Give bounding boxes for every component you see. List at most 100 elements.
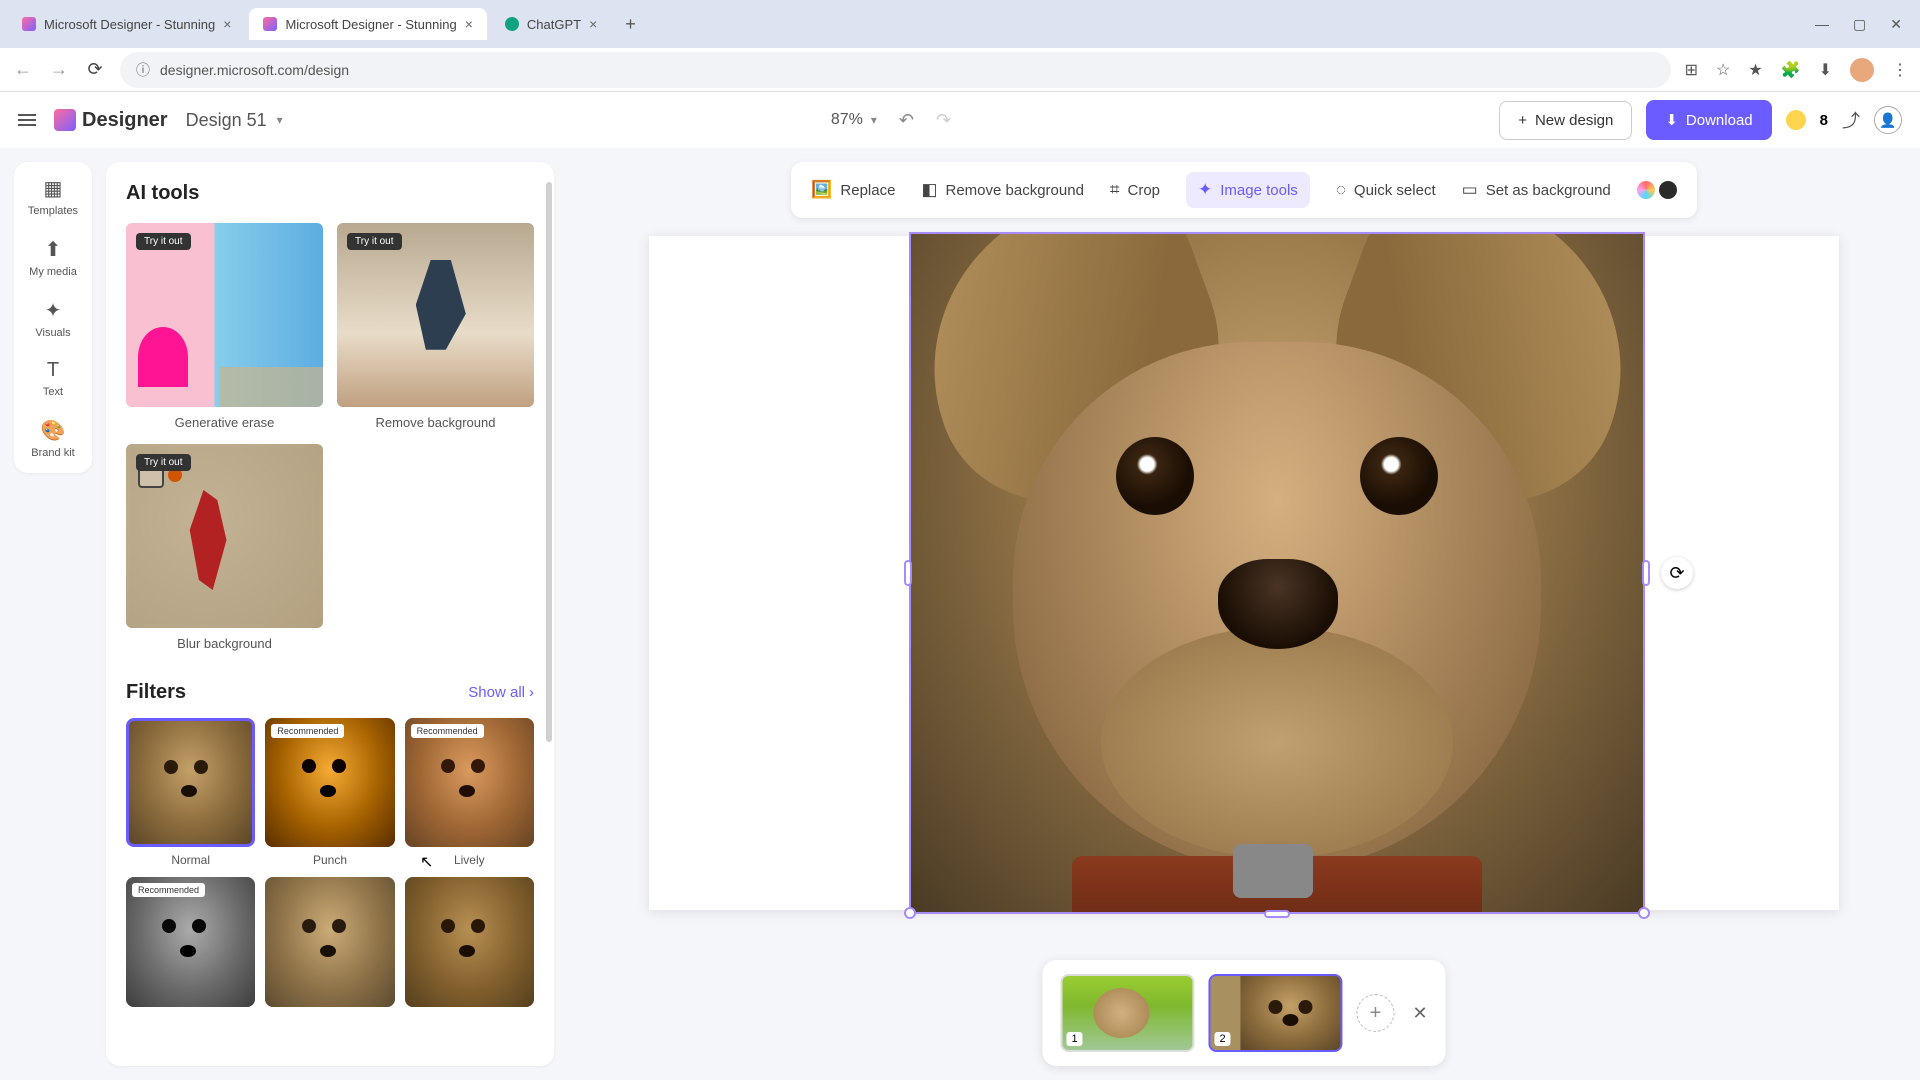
minimize-icon[interactable]: — bbox=[1815, 16, 1829, 33]
ctx-quick-select[interactable]: ◌ Quick select bbox=[1336, 180, 1436, 200]
add-page-button[interactable]: + bbox=[1356, 994, 1394, 1032]
tool-label: Remove background bbox=[337, 415, 534, 430]
download-button[interactable]: ⬇ Download bbox=[1646, 100, 1771, 140]
zoom-control[interactable]: 87% ▾ bbox=[831, 111, 877, 129]
recommended-badge: Recommended bbox=[411, 724, 484, 738]
reload-icon[interactable]: ⟳ bbox=[84, 59, 106, 80]
background-icon: ▭ bbox=[1462, 180, 1478, 200]
resize-handle-br[interactable] bbox=[1638, 907, 1650, 919]
url-text: designer.microsoft.com/design bbox=[160, 62, 349, 78]
rail-label: My media bbox=[29, 266, 77, 278]
rail-templates[interactable]: ▦ Templates bbox=[20, 176, 86, 217]
browser-tab-strip: Microsoft Designer - Stunning × Microsof… bbox=[0, 0, 1920, 48]
ctx-label: Image tools bbox=[1220, 182, 1298, 199]
filter-item[interactable]: Recommended bbox=[126, 877, 255, 1006]
address-bar: ← → ⟳ ⓘ designer.microsoft.com/design ⊞ … bbox=[0, 48, 1920, 92]
design-canvas[interactable]: ⟳ bbox=[649, 236, 1839, 910]
tab-title: ChatGPT bbox=[527, 17, 581, 32]
color-picker[interactable] bbox=[1637, 181, 1677, 199]
ctx-image-tools[interactable]: ✦ Image tools bbox=[1186, 172, 1310, 208]
resize-handle-left[interactable] bbox=[904, 560, 912, 586]
close-icon[interactable]: ✕ bbox=[1412, 1003, 1427, 1024]
rotate-handle[interactable]: ⟳ bbox=[1661, 557, 1693, 589]
resize-handle-right[interactable] bbox=[1642, 560, 1650, 586]
filter-normal[interactable]: Normal bbox=[126, 718, 255, 867]
menu-icon[interactable]: ⋮ bbox=[1892, 60, 1908, 80]
show-all-label: Show all bbox=[468, 684, 525, 701]
browser-tab[interactable]: ChatGPT × bbox=[491, 8, 611, 40]
canvas-area: 🖼️ Replace ◧ Remove background ⌗ Crop ✦ … bbox=[568, 148, 1920, 1080]
tool-generative-erase[interactable]: Try it out Generative erase bbox=[126, 223, 323, 430]
dark-swatch-icon bbox=[1659, 181, 1677, 199]
tool-remove-background[interactable]: Try it out Remove background bbox=[337, 223, 534, 430]
rail-label: Brand kit bbox=[31, 447, 74, 459]
undo-icon[interactable]: ↶ bbox=[899, 110, 914, 131]
page-thumb-2[interactable]: 2 bbox=[1208, 974, 1342, 1052]
recommended-badge: Recommended bbox=[132, 883, 205, 897]
download-icon: ⬇ bbox=[1665, 111, 1678, 129]
new-design-button[interactable]: + New design bbox=[1499, 101, 1632, 140]
filter-item[interactable] bbox=[405, 877, 534, 1006]
window-controls: — ▢ ✕ bbox=[1815, 16, 1912, 33]
url-field[interactable]: ⓘ designer.microsoft.com/design bbox=[120, 52, 1671, 88]
ctx-remove-bg[interactable]: ◧ Remove background bbox=[921, 180, 1083, 200]
browser-tab[interactable]: Microsoft Designer - Stunning × bbox=[8, 8, 245, 40]
close-icon[interactable]: × bbox=[465, 16, 473, 32]
tool-blur-background[interactable]: Try it out Blur background bbox=[126, 444, 323, 651]
rail-my-media[interactable]: ⬆ My media bbox=[20, 237, 86, 278]
close-icon[interactable]: × bbox=[589, 16, 597, 32]
bookmark-icon[interactable]: ★ bbox=[1748, 60, 1762, 80]
rail-text[interactable]: T Text bbox=[20, 359, 86, 398]
bookmark-outline-icon[interactable]: ☆ bbox=[1716, 60, 1730, 80]
forward-icon[interactable]: → bbox=[48, 59, 70, 80]
templates-icon: ▦ bbox=[44, 176, 63, 201]
install-app-icon[interactable]: ⊞ bbox=[1685, 60, 1698, 80]
tool-label: Blur background bbox=[126, 636, 323, 651]
filter-item[interactable] bbox=[265, 877, 394, 1006]
site-info-icon[interactable]: ⓘ bbox=[136, 60, 150, 80]
filter-punch[interactable]: Recommended Punch bbox=[265, 718, 394, 867]
profile-avatar[interactable] bbox=[1850, 58, 1874, 82]
designer-favicon bbox=[22, 17, 36, 31]
design-name-text: Design 51 bbox=[186, 110, 267, 131]
redo-icon[interactable]: ↷ bbox=[936, 110, 951, 131]
extensions-icon[interactable]: 🧩 bbox=[1781, 60, 1801, 80]
visuals-icon: ✦ bbox=[45, 298, 62, 323]
filter-thumbnail: Recommended bbox=[126, 877, 255, 1006]
workspace: ▦ Templates ⬆ My media ✦ Visuals T Text … bbox=[0, 148, 1920, 1080]
ctx-replace[interactable]: 🖼️ Replace bbox=[811, 180, 895, 200]
context-toolbar: 🖼️ Replace ◧ Remove background ⌗ Crop ✦ … bbox=[791, 162, 1697, 218]
ctx-label: Crop bbox=[1128, 182, 1161, 199]
resize-handle-bottom[interactable] bbox=[1264, 910, 1290, 918]
rail-label: Visuals bbox=[35, 327, 70, 339]
close-icon[interactable]: × bbox=[223, 16, 231, 32]
try-badge: Try it out bbox=[136, 233, 191, 250]
close-window-icon[interactable]: ✕ bbox=[1890, 16, 1902, 33]
new-tab-button[interactable]: + bbox=[615, 14, 646, 35]
filter-lively[interactable]: Recommended Lively bbox=[405, 718, 534, 867]
text-icon: T bbox=[47, 359, 59, 382]
design-name-dropdown[interactable]: Design 51 ▾ bbox=[186, 110, 283, 131]
downloads-icon[interactable]: ⬇ bbox=[1819, 60, 1832, 80]
ctx-crop[interactable]: ⌗ Crop bbox=[1110, 180, 1160, 200]
rail-brand-kit[interactable]: 🎨 Brand kit bbox=[20, 418, 86, 459]
resize-handle-bl[interactable] bbox=[904, 907, 916, 919]
show-all-filters[interactable]: Show all › bbox=[468, 684, 534, 701]
scrollbar[interactable] bbox=[546, 182, 552, 742]
browser-tab-active[interactable]: Microsoft Designer - Stunning × bbox=[249, 8, 486, 40]
page-thumb-1[interactable]: 1 bbox=[1060, 974, 1194, 1052]
hamburger-icon[interactable] bbox=[18, 114, 36, 126]
filter-thumbnail bbox=[265, 877, 394, 1006]
credits-count[interactable]: 8 bbox=[1820, 112, 1828, 129]
selected-image[interactable]: ⟳ bbox=[909, 232, 1645, 914]
user-account-icon[interactable]: 👤 bbox=[1874, 106, 1902, 134]
ctx-set-background[interactable]: ▭ Set as background bbox=[1462, 180, 1611, 200]
back-icon[interactable]: ← bbox=[12, 59, 34, 80]
maximize-icon[interactable]: ▢ bbox=[1853, 16, 1866, 33]
rail-visuals[interactable]: ✦ Visuals bbox=[20, 298, 86, 339]
chevron-down-icon: ▾ bbox=[871, 113, 877, 127]
new-design-label: New design bbox=[1535, 112, 1613, 129]
share-icon[interactable]: ⤴ bbox=[1842, 107, 1860, 133]
ai-tools-grid: Try it out Generative erase Try it out R… bbox=[126, 223, 534, 651]
designer-logo[interactable]: Designer bbox=[54, 109, 168, 132]
